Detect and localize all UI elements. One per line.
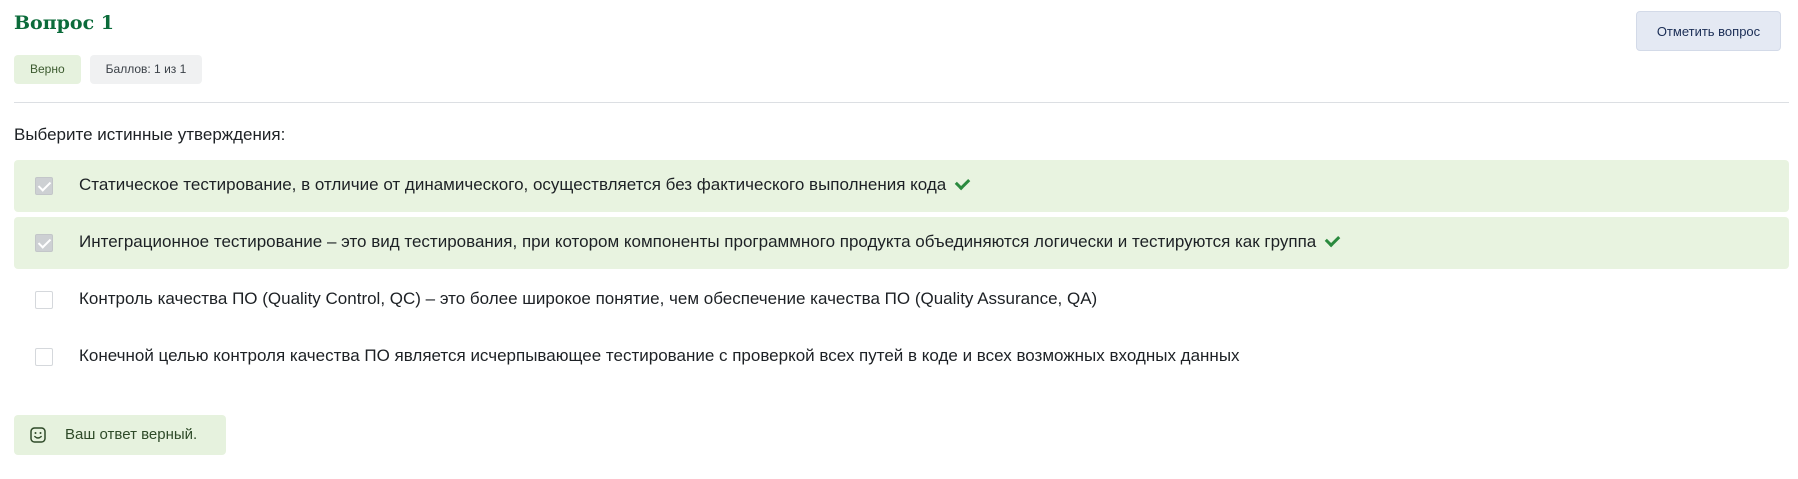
answer-label-1: Статическое тестирование, в отличие от д… (79, 174, 971, 195)
answer-option-2: Интеграционное тестирование – это вид те… (14, 217, 1789, 269)
status-badge: Верно (14, 55, 81, 84)
smile-icon (30, 427, 46, 443)
question-title: Вопрос 1 (14, 12, 115, 34)
answer-option-4: Конечной целью контроля качества ПО явля… (14, 331, 1789, 383)
answer-text-1: Статическое тестирование, в отличие от д… (79, 175, 947, 194)
answer-list: Статическое тестирование, в отличие от д… (14, 160, 1789, 388)
flag-question-button[interactable]: Отметить вопрос (1636, 11, 1781, 51)
correct-check-icon (954, 174, 971, 191)
answer-checkbox-2[interactable] (35, 234, 53, 252)
answer-option-3: Контроль качества ПО (Quality Control, Q… (14, 274, 1789, 326)
answer-checkbox-4[interactable] (35, 348, 53, 366)
answer-label-2: Интеграционное тестирование – это вид те… (79, 231, 1341, 252)
answer-option-1: Статическое тестирование, в отличие от д… (14, 160, 1789, 212)
divider (14, 102, 1789, 103)
answer-text-4: Конечной целью контроля качества ПО явля… (79, 346, 1240, 365)
feedback-box: Ваш ответ верный. (14, 415, 226, 455)
answer-text-3: Контроль качества ПО (Quality Control, Q… (79, 289, 1098, 308)
answer-checkbox-1[interactable] (35, 177, 53, 195)
answer-checkbox-3[interactable] (35, 291, 53, 309)
score-badge: Баллов: 1 из 1 (89, 55, 203, 84)
answer-label-4: Конечной целью контроля качества ПО явля… (79, 346, 1240, 366)
correct-check-icon (1324, 231, 1341, 248)
question-badges: Верно Баллов: 1 из 1 (14, 55, 203, 84)
feedback-text: Ваш ответ верный. (65, 426, 198, 443)
answer-label-3: Контроль качества ПО (Quality Control, Q… (79, 289, 1097, 309)
answer-text-2: Интеграционное тестирование – это вид те… (79, 232, 1317, 251)
question-prompt: Выберите истинные утверждения: (14, 125, 286, 144)
